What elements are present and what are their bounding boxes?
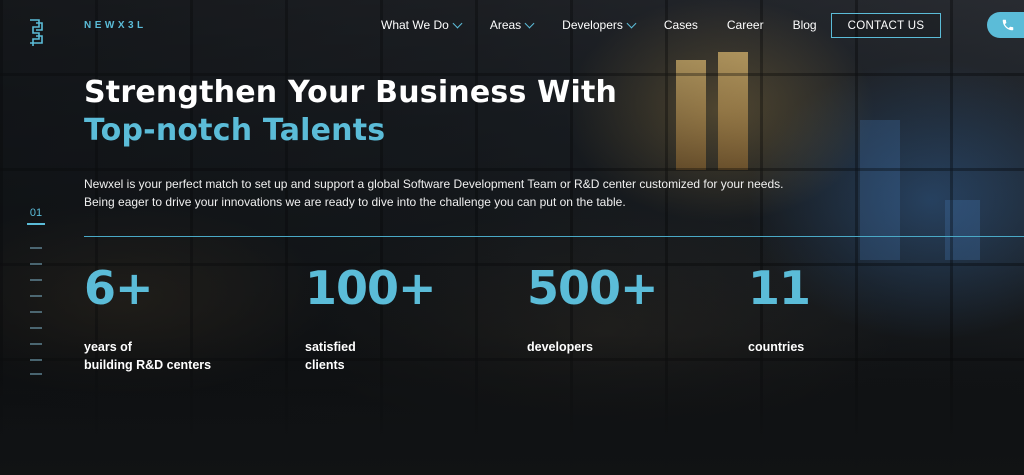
slide-dot[interactable] <box>30 359 42 361</box>
hero-title: Strengthen Your Business With Top-notch … <box>84 74 617 150</box>
stat-developers: 500+ developers <box>527 261 659 356</box>
chevron-down-icon <box>452 18 463 28</box>
stat-label: developers <box>527 338 658 356</box>
logo-text[interactable]: NEWX3L <box>84 20 147 31</box>
nav-item-developers[interactable]: Developers <box>562 18 637 32</box>
stat-label-line: building R&D centers <box>84 358 212 372</box>
nav-item-label: Areas <box>489 18 522 32</box>
stat-label: countries <box>748 338 810 356</box>
hero-description-line: Newxel is your perfect match to set up a… <box>84 177 784 191</box>
nav-item-what-we-do[interactable]: What We Do <box>381 18 463 32</box>
nav-item-label: Developers <box>562 18 623 32</box>
nav-item-label: Cases <box>663 18 698 32</box>
slide-indicator: 01 <box>27 207 45 375</box>
stat-years: 6+ years of building R&D centers <box>84 262 211 374</box>
logo-icon[interactable] <box>28 19 44 47</box>
stat-value: 6+ <box>84 261 154 315</box>
stat-value: 100+ <box>305 261 437 315</box>
stat-label-line: years of <box>84 340 132 354</box>
slide-dot[interactable] <box>30 295 42 297</box>
slide-dot[interactable] <box>30 327 42 329</box>
nav-item-career[interactable]: Career <box>727 18 764 32</box>
slide-dot[interactable] <box>30 343 42 345</box>
hero-description-line: Being eager to drive your innovations we… <box>84 195 626 209</box>
phone-icon <box>1002 19 1014 31</box>
stat-label-line: clients <box>305 358 345 372</box>
slide-dot[interactable] <box>30 279 42 281</box>
hero-description: Newxel is your perfect match to set up a… <box>84 175 874 211</box>
nav-item-areas[interactable]: Areas <box>489 18 535 32</box>
hero-title-line: Strengthen Your Business With <box>84 75 618 110</box>
phone-button[interactable] <box>987 12 1024 38</box>
contact-us-button[interactable]: CONTACT US <box>831 13 941 38</box>
nav-item-label: Blog <box>792 18 817 32</box>
main-nav: What We Do Areas Developers Cases Career… <box>381 18 846 32</box>
slide-number: 01 <box>29 207 43 219</box>
chevron-down-icon <box>626 18 637 28</box>
nav-item-label: Career <box>726 18 764 32</box>
stat-label-line: countries <box>748 340 805 354</box>
stat-label-line: developers <box>527 340 594 354</box>
hero-title-accent: Top-notch Talents <box>84 113 386 148</box>
stat-label-line: satisfied <box>305 340 356 354</box>
slide-dot[interactable] <box>30 247 42 249</box>
stat-countries: 11 countries <box>748 261 811 356</box>
site-header: NEWX3L What We Do Areas Developers Cases… <box>0 0 1024 50</box>
stat-label: years of building R&D centers <box>84 338 211 374</box>
nav-item-blog[interactable]: Blog <box>793 18 817 32</box>
stat-clients: 100+ satisfied clients <box>305 261 437 374</box>
slide-dot[interactable] <box>30 263 42 265</box>
nav-item-label: What We Do <box>381 18 449 32</box>
slide-active-bar[interactable] <box>27 223 45 225</box>
stat-value: 11 <box>748 261 811 315</box>
slide-dot[interactable] <box>30 373 42 375</box>
stat-value: 500+ <box>527 261 659 315</box>
stat-label: satisfied clients <box>305 338 436 374</box>
slide-dot[interactable] <box>30 311 42 313</box>
section-divider <box>84 236 1024 237</box>
nav-item-cases[interactable]: Cases <box>664 18 698 32</box>
chevron-down-icon <box>524 18 535 28</box>
